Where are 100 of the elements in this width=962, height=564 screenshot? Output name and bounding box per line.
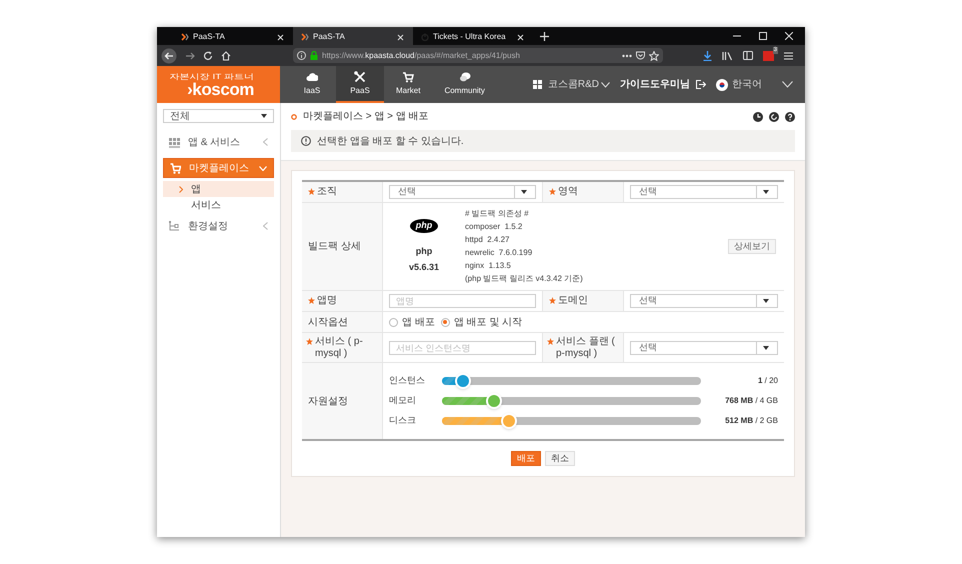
nav-tab[interactable]: Community	[432, 66, 497, 103]
close-icon[interactable]	[397, 34, 404, 40]
dependency-text: composer 1.5.2	[465, 221, 524, 233]
maximize-icon[interactable]	[759, 32, 767, 40]
url-text: https://www.kpaasta.cloud/paas/#/market_apps/41/push	[322, 50, 520, 62]
cart-icon	[170, 162, 181, 174]
user-name: 가이드도우미님	[620, 78, 690, 92]
chat-icon	[458, 70, 471, 82]
nav-tab[interactable]: PaaS	[336, 66, 384, 103]
close-icon[interactable]	[517, 34, 524, 40]
caret-icon	[763, 190, 769, 194]
chevron-down-icon	[601, 82, 610, 88]
dependency-text: nginx 1.13.5	[465, 260, 512, 272]
close-icon[interactable]	[785, 32, 793, 40]
buildpack-version: v5.6.31	[408, 260, 440, 274]
select-dropdown[interactable]: 선택	[630, 185, 778, 199]
info-icon	[301, 136, 311, 146]
library-icon[interactable]	[722, 50, 733, 60]
chevron-icon	[301, 33, 309, 41]
close-icon[interactable]	[277, 34, 284, 40]
grid-icon	[532, 80, 542, 89]
radio-label: 앱 배포 및 시작	[454, 316, 522, 330]
chevron-left-icon	[263, 138, 268, 146]
plus-icon[interactable]	[540, 32, 548, 40]
nav-tab[interactable]: Market	[384, 66, 432, 103]
star-icon[interactable]	[649, 50, 659, 60]
address-bar[interactable]: https://www.kpaasta.cloud/paas/#/market_apps/41/push	[293, 48, 663, 63]
chevron-down-icon	[259, 166, 267, 170]
slider-thumb[interactable]	[501, 413, 518, 429]
forward-icon[interactable]	[185, 50, 195, 60]
slider-label: 메모리	[389, 394, 417, 408]
browser-tab[interactable]: PaaS-TA	[293, 27, 413, 45]
menu-icon[interactable]	[784, 52, 793, 60]
bullet-icon	[291, 114, 297, 120]
language-selector[interactable]: 한국어	[716, 77, 762, 92]
radio-button[interactable]	[389, 318, 398, 326]
cloud-icon	[306, 70, 318, 82]
pocket-icon[interactable]	[636, 51, 645, 60]
php-logo: php	[410, 219, 438, 233]
cancel-button[interactable]: 취소	[545, 451, 575, 466]
caret-icon	[763, 346, 769, 350]
browser-tab[interactable]: PaaS-TA	[173, 27, 293, 45]
slider-thumb[interactable]	[454, 373, 471, 389]
org-dropdown[interactable]: 코스콤R&D	[548, 77, 610, 92]
slider-label: 인스턴스	[389, 374, 426, 388]
caret-icon	[521, 190, 527, 194]
field-label: 조직	[317, 186, 337, 198]
caret-icon	[261, 114, 267, 118]
slider-value: 512 MB / 2 GB	[725, 415, 778, 427]
clock-icon[interactable]	[753, 112, 763, 122]
tools-icon	[354, 70, 366, 82]
apps-icon	[169, 136, 180, 148]
chevron-right-icon	[179, 186, 183, 192]
detail-button[interactable]: 상세보기	[728, 239, 776, 254]
sidebar-icon[interactable]	[743, 51, 753, 60]
download-icon[interactable]	[703, 50, 712, 60]
chevron-icon	[181, 33, 189, 41]
reload-icon[interactable]	[203, 50, 213, 60]
slider-value: 768 MB / 4 GB	[725, 395, 778, 407]
field-label: 자원설정	[308, 394, 348, 408]
help-icon[interactable]	[785, 112, 795, 122]
radio-button[interactable]	[440, 318, 450, 326]
home-icon[interactable]	[221, 50, 231, 60]
refresh-icon[interactable]	[769, 112, 779, 122]
breadcrumb: 마켓플레이스 > 앱 > 앱 배포	[303, 110, 430, 124]
submenu-item[interactable]: 서비스	[163, 197, 274, 213]
logo-wordmark: ›koscom	[187, 81, 254, 98]
buildpack-name: php	[416, 245, 432, 258]
field-label: 시작옵션	[308, 316, 348, 330]
text-field[interactable]: 앱명	[389, 294, 536, 308]
radio-option[interactable]: 앱 배포 및 시작	[440, 314, 522, 330]
caret-icon	[763, 299, 769, 303]
slider-thumb[interactable]	[486, 393, 502, 409]
more-icon[interactable]	[622, 54, 632, 58]
notice-text: 선택한 앱을 배포 할 수 있습니다.	[317, 134, 464, 148]
field-label: 빌드팩 상세	[308, 240, 361, 254]
field-label: 서비스 ( p-mysql )	[315, 336, 364, 360]
dependency-text: newrelic 7.6.0.199	[465, 247, 534, 259]
chevron-down-icon[interactable]	[782, 81, 793, 88]
filter-dropdown[interactable]: 전체	[163, 109, 274, 123]
sidebar-item[interactable]: 앱 & 서비스	[163, 132, 274, 152]
select-dropdown[interactable]: 선택	[389, 185, 536, 199]
text-field[interactable]: 서비스 인스턴스명	[389, 340, 536, 354]
dependency-text: httpd 2.4.27	[465, 234, 510, 246]
slider-value: 1 / 20	[758, 375, 778, 387]
cart-icon	[402, 70, 414, 82]
radio-option[interactable]: 앱 배포	[389, 314, 435, 330]
back-icon[interactable]	[161, 48, 177, 64]
select-dropdown[interactable]: 선택	[630, 294, 778, 308]
field-label: 앱명	[317, 295, 337, 307]
sidebar-item[interactable]: 환경설정	[163, 216, 274, 236]
slider-label: 디스크	[389, 414, 417, 428]
select-dropdown[interactable]: 선택	[630, 340, 778, 354]
logout-icon[interactable]	[696, 80, 706, 89]
browser-tab[interactable]: Tickets - Ultra Korea	[413, 27, 533, 45]
chevron-left-icon	[263, 222, 268, 230]
radio-label: 앱 배포	[402, 316, 435, 330]
nav-tab[interactable]: IaaS	[288, 66, 336, 103]
submenu-item[interactable]: 앱	[163, 181, 274, 197]
dependency-text: (php 빌드팩 릴리즈 v4.3.42 기준)	[465, 273, 584, 285]
